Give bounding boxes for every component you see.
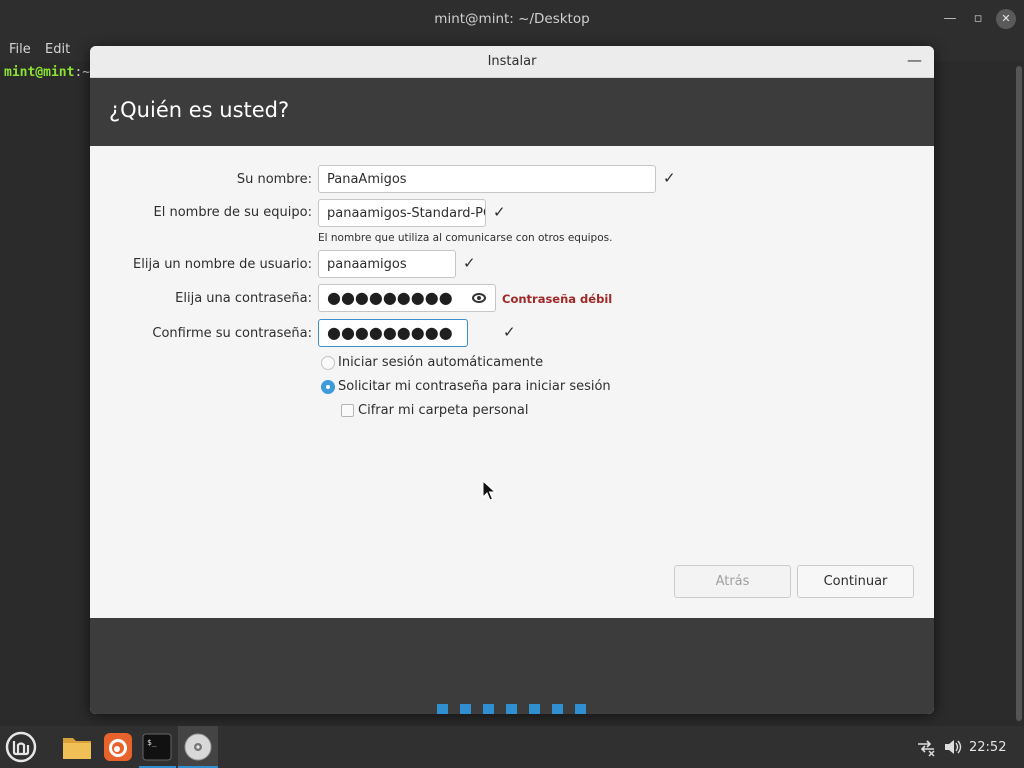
confirm-password-field[interactable]: ●●●●●●●●● [318,319,468,347]
show-password-icon[interactable] [472,293,486,303]
confirm-password-valid-icon: ✓ [503,323,516,341]
progress-step [506,704,517,714]
minimize-icon[interactable]: — [940,9,960,29]
close-icon[interactable]: ✕ [996,9,1016,29]
menu-icon[interactable] [4,730,38,764]
installer-titlebar: Instalar — [90,46,934,78]
username-label: Elija un nombre de usuario: [133,257,312,272]
username-field[interactable]: panaamigos [318,250,456,278]
auto-login-label[interactable]: Iniciar sesión automáticamente [338,355,543,370]
progress-step [529,704,540,714]
page-title: ¿Quién es usted? [109,98,290,122]
installer-header: ¿Quién es usted? [90,78,934,146]
computer-name-label: El nombre de su equipo: [153,205,312,220]
computer-name-valid-icon: ✓ [493,203,506,221]
files-icon[interactable] [60,731,94,763]
confirm-password-mask: ●●●●●●●●● [327,323,453,342]
computer-name-field[interactable]: panaamigos-Standard-PC [318,199,486,227]
encrypt-home-checkbox[interactable] [341,404,354,417]
terminal-titlebar: mint@mint: ~/Desktop — ▫ ✕ [0,0,1024,38]
require-password-label[interactable]: Solicitar mi contraseña para iniciar ses… [338,379,611,394]
terminal-prompt: mint@mint:~ [4,65,90,80]
name-field[interactable]: PanaAmigos [318,165,656,193]
firefox-icon[interactable] [102,731,134,763]
require-password-radio[interactable] [321,380,335,394]
progress-step [483,704,494,714]
progress-step [437,704,448,714]
progress-step [460,704,471,714]
installer-disc-icon[interactable] [181,731,215,763]
prompt-path: :~ [74,65,91,80]
taskbar: $_ 22:52 [0,726,1024,768]
password-mask: ●●●●●●●●● [327,288,453,307]
computer-name-hint: El nombre que utiliza al comunicarse con… [318,232,613,244]
svg-text:$_: $_ [147,738,157,747]
menu-edit[interactable]: Edit [45,42,70,57]
auto-login-radio[interactable] [321,356,335,370]
installer-form: Su nombre: PanaAmigos ✓ El nombre de su … [90,146,934,618]
progress-step [575,704,586,714]
name-label: Su nombre: [236,172,312,187]
confirm-password-label: Confirme su contraseña: [152,326,312,341]
back-button[interactable]: Atrás [674,565,791,598]
terminal-icon[interactable]: $_ [141,731,173,763]
password-strength-label: Contraseña débil [502,292,613,306]
name-valid-icon: ✓ [663,169,676,187]
continue-button[interactable]: Continuar [797,565,914,598]
mouse-pointer-icon [482,480,497,501]
menu-file[interactable]: File [9,42,31,57]
terminal-title: mint@mint: ~/Desktop [434,11,590,27]
network-disconnected-icon[interactable] [916,739,936,757]
maximize-icon[interactable]: ▫ [968,9,988,29]
installer-dialog: Instalar — ¿Quién es usted? Su nombre: P… [90,46,934,714]
password-label: Elija una contraseña: [175,291,312,306]
installer-minimize-icon[interactable]: — [907,51,922,69]
progress-step [552,704,563,714]
encrypt-home-label[interactable]: Cifrar mi carpeta personal [358,403,529,418]
prompt-user: mint@mint [4,65,75,80]
installer-window-title: Instalar [487,54,537,69]
installer-progress-footer [90,618,934,714]
volume-icon[interactable] [943,739,963,755]
terminal-scrollbar[interactable] [1016,66,1022,721]
username-valid-icon: ✓ [463,254,476,272]
password-field[interactable]: ●●●●●●●●● [318,284,496,312]
clock[interactable]: 22:52 [969,740,1006,755]
